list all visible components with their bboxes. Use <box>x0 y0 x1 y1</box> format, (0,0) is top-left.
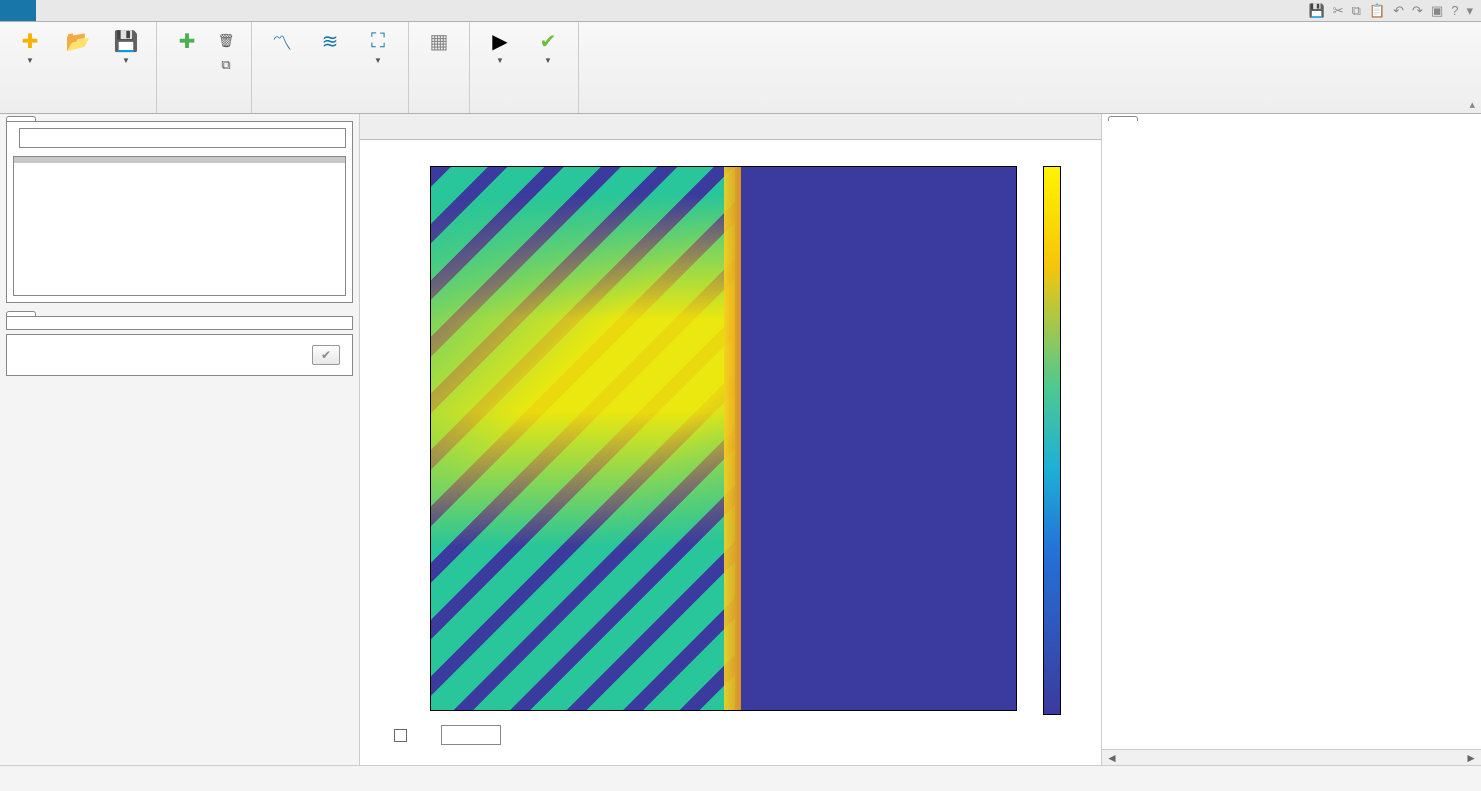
magphase-plot-icon: ≋ <box>318 29 342 53</box>
left-panel: ✔ <box>0 114 360 765</box>
generate-simulink-button[interactable]: ▶ ▼ <box>478 26 522 68</box>
analyzer-tab[interactable] <box>0 0 36 21</box>
plot-tab-bar <box>360 114 1101 140</box>
analysis-group-label <box>252 108 408 113</box>
windows-icon[interactable]: ▣ <box>1431 3 1443 19</box>
ribbon-collapse-icon[interactable]: ▴ <box>1469 98 1475 111</box>
check-icon: ✔ <box>536 29 560 53</box>
waveform-list-item[interactable] <box>14 157 345 163</box>
library-panel <box>6 121 353 303</box>
window-tabbar: 💾 ✂ ⧉ 📋 ↶ ↷ ▣ ? ▾ <box>0 0 1481 22</box>
waveform-list[interactable] <box>13 156 346 296</box>
export-button[interactable]: ✔ ▼ <box>526 26 570 68</box>
threshold-input[interactable] <box>441 725 501 745</box>
plus-green-icon: ✚ <box>175 29 199 53</box>
chevron-down-icon: ▼ <box>26 56 34 65</box>
layout-icon: ▦ <box>427 29 451 53</box>
library-group-label <box>157 108 251 113</box>
spectrum-button[interactable]: ⛶ ▼ <box>356 26 400 68</box>
parameters-panel-2: ✔ <box>6 334 353 376</box>
characteristics-panel: ◄► <box>1101 114 1481 765</box>
magnitude-phase-button[interactable]: ≋ <box>308 26 352 58</box>
realimag-plot-icon: 〽 <box>270 29 294 53</box>
simulink-icon: ▶ <box>488 29 512 53</box>
plus-icon: ✚ <box>18 29 42 53</box>
reassigned-checkbox[interactable] <box>394 728 411 742</box>
spectrogram-heatmap[interactable] <box>430 166 1017 711</box>
parameters-panel <box>6 316 353 330</box>
chevron-down-icon: ▼ <box>496 56 504 65</box>
open-button[interactable]: 📂 <box>56 26 100 58</box>
colorbar <box>1043 166 1061 715</box>
save-button[interactable]: 💾 ▼ <box>104 26 148 68</box>
status-bar <box>0 765 1481 791</box>
apply-button[interactable]: ✔ <box>312 345 340 365</box>
y-axis-ticks <box>394 166 430 715</box>
colorbar-label <box>1067 166 1071 715</box>
menu-dropdown-icon[interactable]: ▾ <box>1466 3 1473 19</box>
spectrum-plot-icon: ⛶ <box>366 29 390 53</box>
folder-open-icon: 📂 <box>66 29 90 53</box>
save-icon: 💾 <box>114 29 138 53</box>
plot-panel <box>360 114 1101 765</box>
chevron-down-icon: ▼ <box>374 56 382 65</box>
chevron-down-icon: ▼ <box>544 56 552 65</box>
trash-icon: 🗑 <box>218 33 234 49</box>
new-button[interactable]: ✚ ▼ <box>8 26 52 68</box>
cut-icon[interactable]: ✂ <box>1333 3 1344 19</box>
undo-icon[interactable]: ↶ <box>1393 3 1404 19</box>
y-axis-label <box>390 166 394 715</box>
export-group-label <box>470 108 578 113</box>
real-imaginary-button[interactable]: 〽 <box>260 26 304 58</box>
sample-rate-input[interactable] <box>19 128 346 148</box>
ribbon-toolbar: ✚ ▼ 📂 💾 ▼ ✚ 🗑 ⧉ <box>0 22 1481 114</box>
add-waveform-button[interactable]: ✚ <box>165 26 209 58</box>
duplicate-button[interactable]: ⧉ <box>213 54 243 76</box>
help-icon[interactable]: ? <box>1451 3 1458 18</box>
redo-icon[interactable]: ↷ <box>1412 3 1423 19</box>
file-group-label <box>0 108 156 113</box>
horizontal-scrollbar[interactable]: ◄► <box>1102 749 1481 765</box>
quick-access-toolbar: 💾 ✂ ⧉ 📋 ↶ ↷ ▣ ? ▾ <box>1309 0 1481 21</box>
copy-icon[interactable]: ⧉ <box>1352 3 1361 19</box>
save-icon[interactable]: 💾 <box>1309 3 1325 19</box>
paste-icon[interactable]: 📋 <box>1369 3 1385 19</box>
delete-button[interactable]: 🗑 <box>213 30 243 52</box>
plot-footer <box>390 715 1071 755</box>
layout-group-label <box>409 108 469 113</box>
default-layout-button[interactable]: ▦ <box>417 26 461 58</box>
x-axis-label <box>430 713 1017 715</box>
chevron-down-icon: ▼ <box>122 56 130 65</box>
duplicate-icon: ⧉ <box>218 57 234 73</box>
